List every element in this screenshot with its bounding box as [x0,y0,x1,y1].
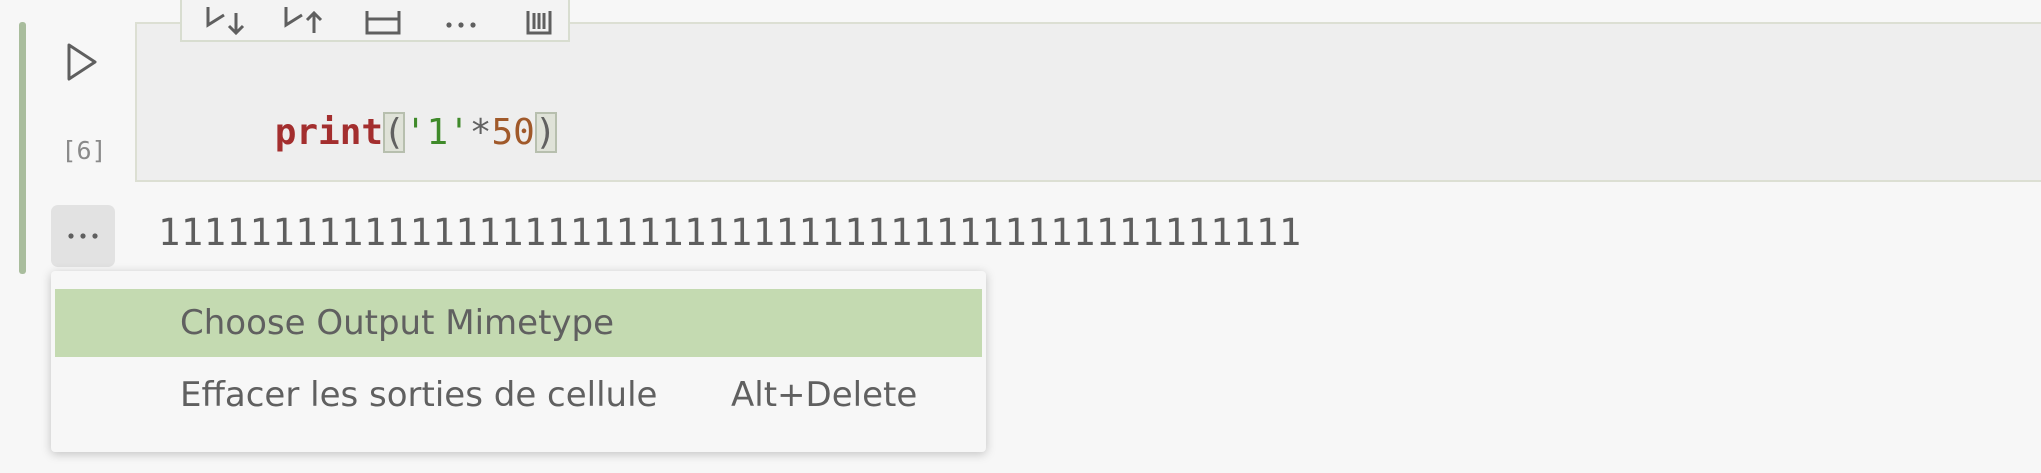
delete-cell-icon [526,11,552,35]
code-token-paren-close: ) [534,112,557,153]
ellipsis-icon [68,233,98,239]
output-context-menu: Choose Output Mimetype Effacer les sorti… [51,271,986,452]
delete-cell-button[interactable] [516,0,562,37]
execute-below-icon [284,7,323,33]
menu-item-label: Choose Output Mimetype [180,303,615,343]
split-cell-icon [365,11,401,35]
cell-toolbar [180,0,570,42]
notebook-view: [6] print('1'*50) 1111111111111111111111… [0,0,2041,473]
play-icon [67,43,97,81]
code-token-operator: * [469,112,492,153]
menu-item-shortcut: Alt+Delete [731,375,918,415]
execute-below-button[interactable] [282,0,328,37]
more-actions-icon [446,22,476,28]
execute-above-icon [206,7,245,36]
code-token-string: '1' [404,112,470,153]
output-more-actions-button[interactable] [51,205,115,267]
code-token-keyword: print [274,112,384,153]
execution-count: [6] [61,136,107,165]
code-line[interactable]: print('1'*50) [188,58,557,208]
execute-above-button[interactable] [204,0,250,37]
more-actions-button[interactable] [438,0,484,37]
cell-focus-indicator [19,22,26,274]
code-token-number: 50 [491,112,535,153]
menu-item-choose-output-mimetype[interactable]: Choose Output Mimetype [55,289,982,357]
split-cell-button[interactable] [360,0,406,37]
run-cell-button[interactable] [58,38,106,86]
menu-item-label: Effacer les sorties de cellule [180,375,658,415]
cell-output: 1111111111111111111111111111111111111111… [158,211,1302,254]
menu-item-clear-cell-outputs[interactable]: Effacer les sorties de cellule Alt+Delet… [55,361,982,429]
code-token-paren-open: ( [383,112,405,153]
